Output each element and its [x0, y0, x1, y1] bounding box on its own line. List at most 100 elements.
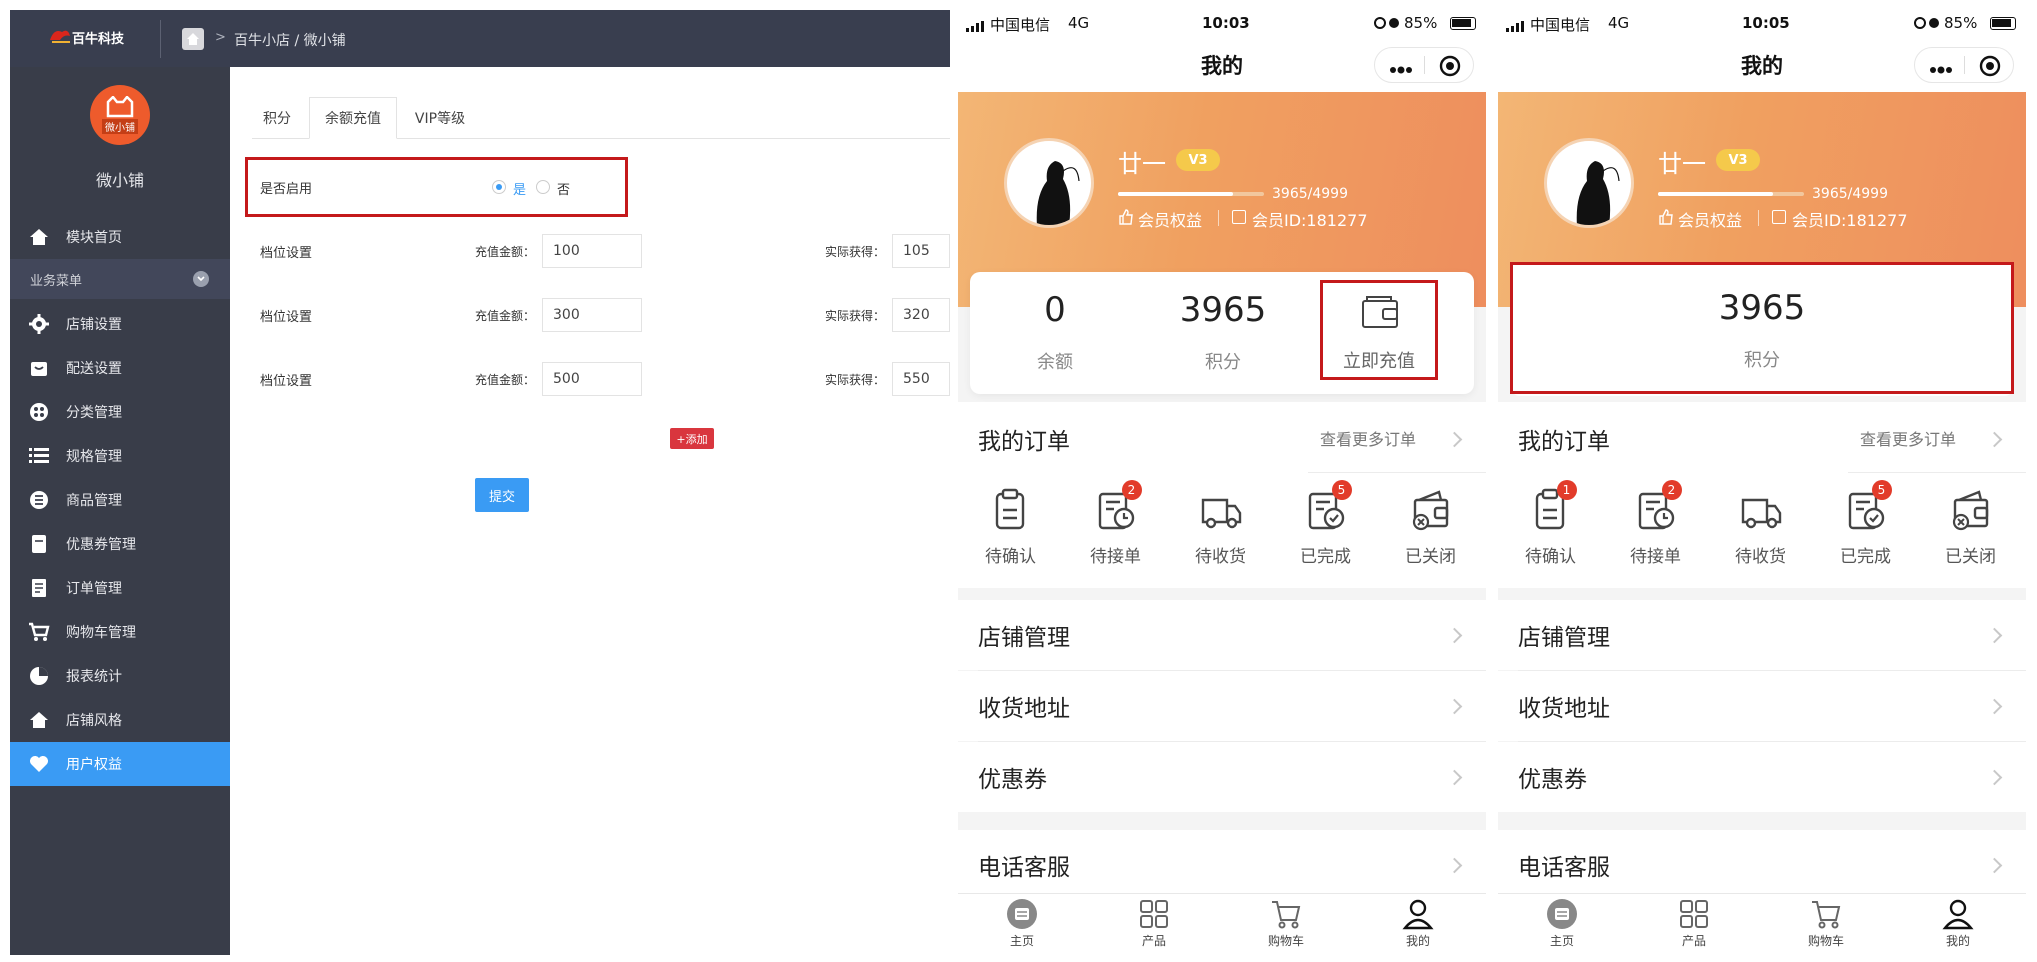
grid-icon: [1678, 898, 1710, 930]
tab-cart[interactable]: 购物车: [1236, 898, 1336, 949]
amount-input[interactable]: 300: [542, 298, 642, 332]
home-icon[interactable]: [182, 28, 204, 50]
points-value[interactable]: 3965: [1138, 290, 1308, 330]
sidebar-item-home[interactable]: 模块首页: [10, 215, 230, 259]
phone-screen-1: 中国电信 4G 10:03 85% 我的 廿一 V3 3965/4999 会员权…: [958, 10, 1486, 955]
radio-yes[interactable]: [492, 180, 506, 194]
menu-shipping-address[interactable]: 收货地址: [1498, 671, 2026, 741]
sidebar-item-products[interactable]: 商品管理: [10, 478, 230, 522]
sidebar-item-spec[interactable]: 规格管理: [10, 434, 230, 478]
tab-home[interactable]: 主页: [972, 898, 1072, 949]
tab-label: 我的: [1405, 934, 1430, 948]
divider: [1848, 472, 2026, 473]
sidebar-item-shop-style[interactable]: 店铺风格: [10, 698, 230, 742]
divider: [1218, 210, 1219, 226]
get-input[interactable]: 320: [892, 298, 950, 332]
member-benefits-link[interactable]: 会员权益: [1138, 207, 1202, 231]
tab-points[interactable]: 积分: [252, 97, 302, 139]
order-status-pending-receive[interactable]: 待收货: [1168, 488, 1273, 567]
chevron-down-icon[interactable]: [193, 271, 209, 287]
recharge-label: 立即充值: [1343, 351, 1415, 372]
order-status-pending-confirm[interactable]: 1 待确认: [1498, 480, 1603, 567]
more-icon[interactable]: [1929, 60, 1953, 79]
get-input[interactable]: 105: [892, 234, 950, 268]
order-status-closed[interactable]: 已关闭: [1378, 488, 1483, 567]
order-status-pending-receive[interactable]: 待收货: [1708, 488, 1813, 567]
sidebar-group-business[interactable]: 业务菜单: [10, 259, 230, 299]
tab-products[interactable]: 产品: [1644, 898, 1744, 949]
sidebar-item-delivery[interactable]: 配送设置: [10, 346, 230, 390]
order-status-pending-accept[interactable]: 2 待接单: [1603, 480, 1708, 567]
amount-input[interactable]: 500: [542, 362, 642, 396]
menu-coupons[interactable]: 优惠券: [1498, 742, 2026, 812]
id-card-icon: [1232, 210, 1246, 224]
radio-no[interactable]: [536, 180, 550, 194]
close-miniprogram-icon[interactable]: [1439, 55, 1461, 81]
chevron-right-icon: [1446, 857, 1463, 873]
tab-cart[interactable]: 购物车: [1776, 898, 1876, 949]
balance-value[interactable]: 0: [970, 290, 1140, 330]
radio-yes-label[interactable]: 是: [513, 179, 526, 198]
sidebar-item-shop-settings[interactable]: 店铺设置: [10, 302, 230, 346]
radio-no-label[interactable]: 否: [557, 179, 570, 198]
amount-input[interactable]: 100: [542, 234, 642, 268]
tab-products[interactable]: 产品: [1104, 898, 1204, 949]
order-status-label: 已关闭: [1945, 547, 1996, 567]
nav-bar: 我的: [958, 38, 1486, 92]
menu-shop-management[interactable]: 店铺管理: [1498, 600, 2026, 670]
tab-home[interactable]: 主页: [1512, 898, 1612, 949]
more-orders-link[interactable]: 查看更多订单: [1320, 426, 1416, 450]
menu-customer-service[interactable]: 电话客服: [958, 830, 1486, 900]
menu-shop-management[interactable]: 店铺管理: [958, 600, 1486, 670]
sidebar-item-user-rights[interactable]: 用户权益: [10, 742, 230, 786]
sidebar-item-cart[interactable]: 购物车管理: [10, 610, 230, 654]
avatar[interactable]: [1004, 138, 1094, 228]
tab-balance-recharge[interactable]: 余额充值: [309, 97, 397, 139]
tab-label: 我的: [1945, 934, 1970, 948]
brand-logo-text: 百牛科技: [72, 32, 125, 47]
submit-button[interactable]: 提交: [475, 478, 529, 512]
more-orders-link[interactable]: 查看更多订单: [1860, 426, 1956, 450]
order-status-pending-confirm[interactable]: 待确认: [958, 488, 1063, 567]
sidebar-item-reports[interactable]: 报表统计: [10, 654, 230, 698]
get-input[interactable]: 550: [892, 362, 950, 396]
menu-customer-service[interactable]: 电话客服: [1498, 830, 2026, 900]
radio-dot: [496, 184, 502, 190]
level-progress-text: 3965/4999: [1272, 186, 1348, 202]
network: 4G: [1068, 14, 1090, 32]
sidebar-item-label: 购物车管理: [66, 625, 136, 641]
home-style-icon: [28, 709, 50, 731]
brand-logo-icon: [48, 26, 70, 44]
order-clock-icon: 2: [1094, 480, 1142, 532]
order-status-pending-accept[interactable]: 2 待接单: [1063, 480, 1168, 567]
cart-icon: [28, 621, 50, 643]
member-benefits-link[interactable]: 会员权益: [1678, 207, 1742, 231]
points-value[interactable]: 3965: [1510, 288, 2014, 328]
order-status-completed[interactable]: 5 已完成: [1813, 480, 1918, 567]
order-status-completed[interactable]: 5 已完成: [1273, 480, 1378, 567]
sidebar-item-category[interactable]: 分类管理: [10, 390, 230, 434]
orders-section: 我的订单 查看更多订单 待确认 2 待接单 待收货 5 已完成 已关闭: [958, 402, 1486, 588]
wallet-icon: [1361, 295, 1399, 333]
more-icon[interactable]: [1389, 60, 1413, 79]
add-tier-button[interactable]: +添加: [670, 428, 714, 449]
tab-vip-level[interactable]: VIP等级: [400, 97, 480, 139]
status-bar: 中国电信 4G 10:03 85%: [958, 10, 1486, 38]
sidebar-item-coupons[interactable]: 优惠券管理: [10, 522, 230, 566]
divider: [1758, 210, 1759, 226]
battery-percent: 85%: [1404, 14, 1438, 32]
top-bar: 百牛科技 > 百牛小店 / 微小铺: [10, 10, 950, 67]
sidebar-item-label: 订单管理: [66, 581, 122, 597]
tab-mine[interactable]: 我的: [1908, 898, 2008, 949]
tab-mine[interactable]: 我的: [1368, 898, 1468, 949]
chevron-right-icon: [1986, 857, 2003, 873]
avatar[interactable]: [1544, 138, 1634, 228]
close-miniprogram-icon[interactable]: [1979, 55, 2001, 81]
order-status-closed[interactable]: 已关闭: [1918, 488, 2023, 567]
level-progress-fill: [1118, 192, 1234, 196]
sidebar-item-orders[interactable]: 订单管理: [10, 566, 230, 610]
menu-coupons[interactable]: 优惠券: [958, 742, 1486, 812]
recharge-button[interactable]: 立即充值: [1320, 280, 1438, 380]
menu-shipping-address[interactable]: 收货地址: [958, 671, 1486, 741]
breadcrumb[interactable]: 百牛小店 / 微小铺: [234, 30, 346, 50]
